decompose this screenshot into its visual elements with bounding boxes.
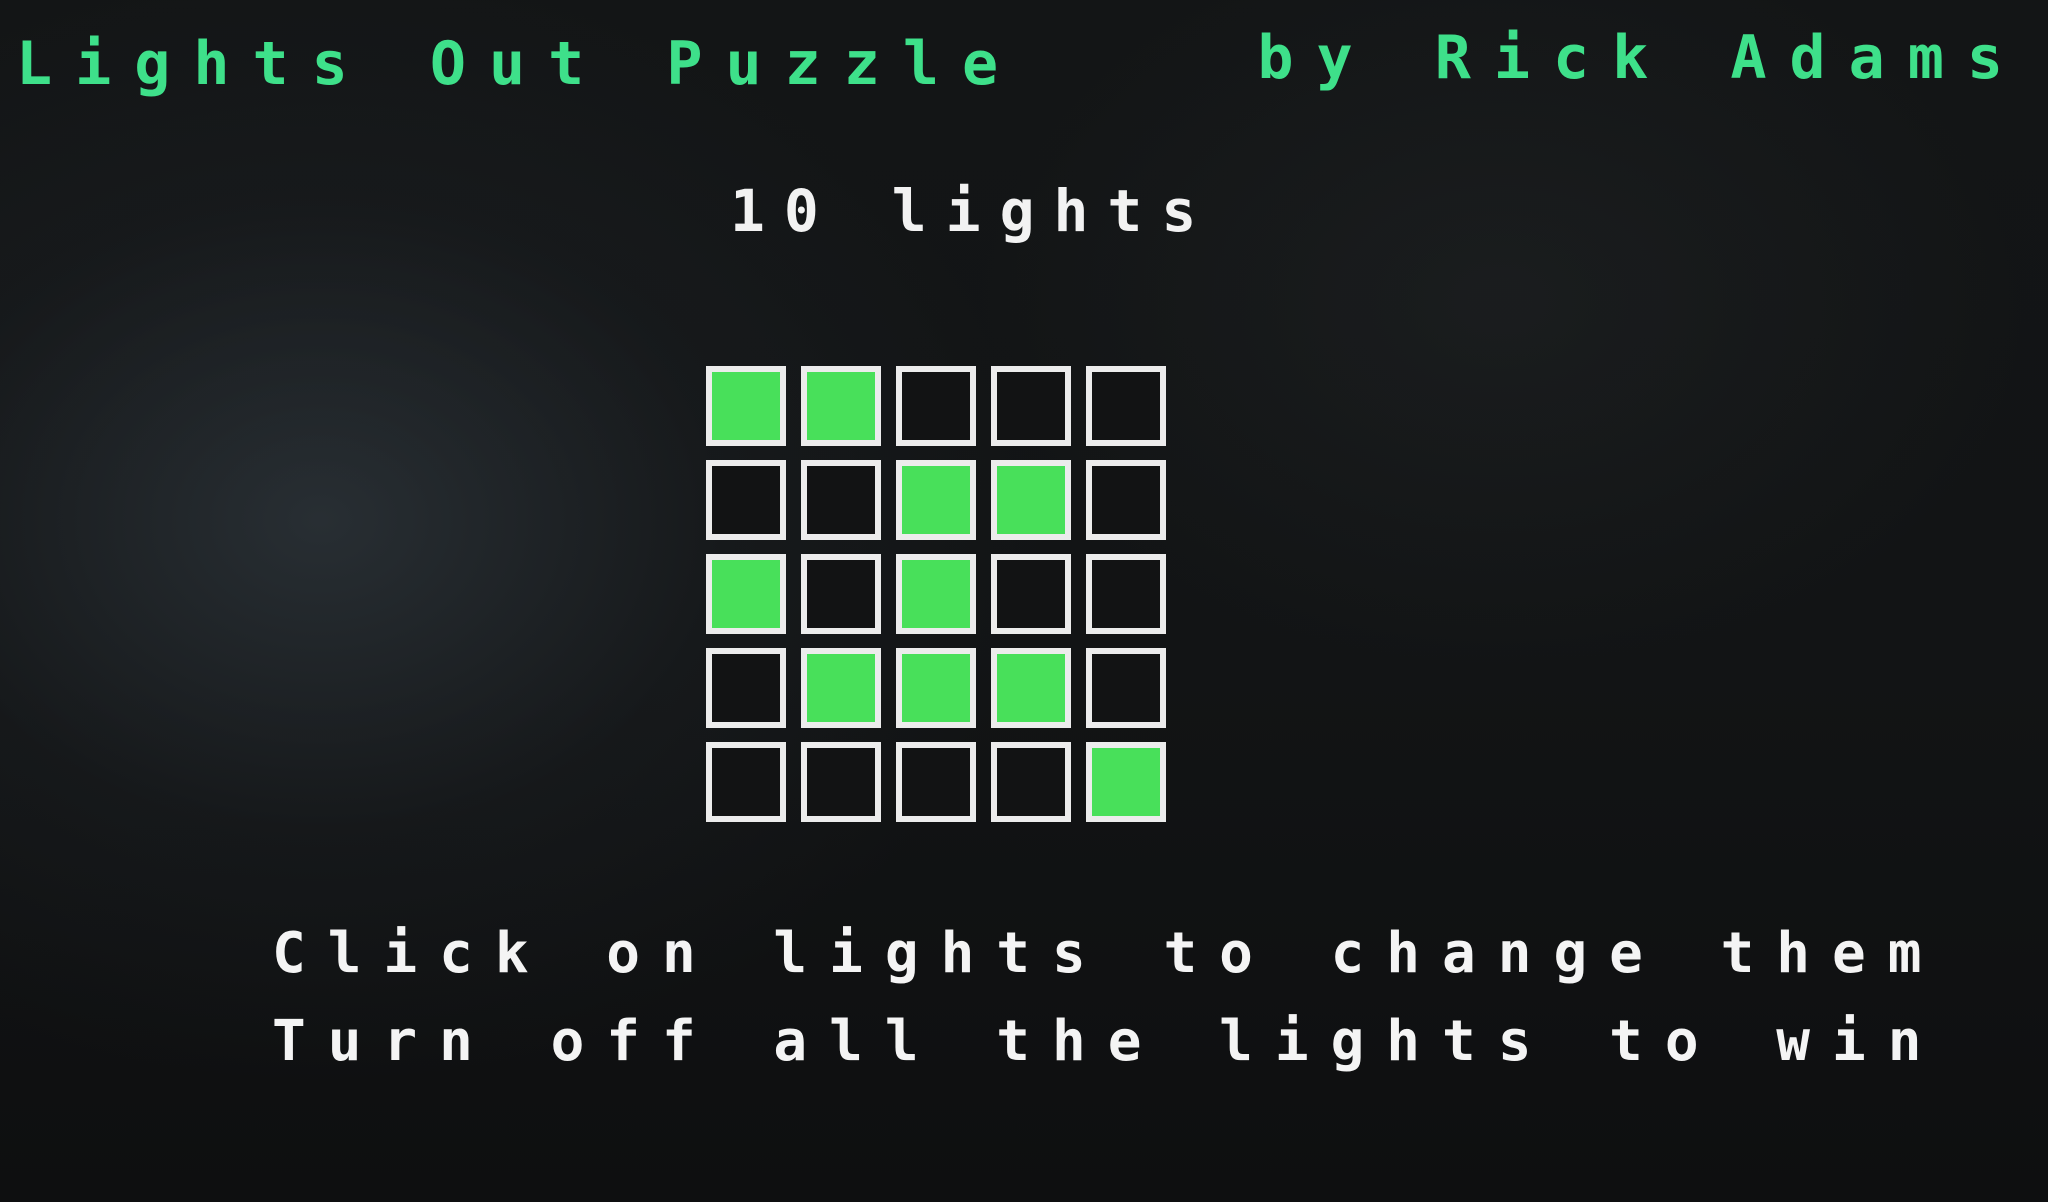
instructions: Click on lights to change them Turn off … [272,910,1943,1086]
light-cell[interactable] [801,554,881,634]
light-cell[interactable] [896,742,976,822]
light-cell[interactable] [801,648,881,728]
light-cell[interactable] [896,366,976,446]
light-cell[interactable] [896,648,976,728]
light-cell[interactable] [706,460,786,540]
light-cell[interactable] [706,554,786,634]
game-screen: Lights Out Puzzle by Rick Adams 10 light… [0,0,2048,1202]
light-cell[interactable] [801,460,881,540]
light-cell[interactable] [991,742,1071,822]
light-cell[interactable] [896,554,976,634]
light-cell[interactable] [1086,554,1166,634]
lights-count: 10 lights [730,177,1216,245]
instruction-line-2: Turn off all the lights to win [272,1009,1944,1074]
light-cell[interactable] [896,460,976,540]
light-cell[interactable] [1086,742,1166,822]
game-title: Lights Out Puzzle [16,29,1022,99]
light-cell[interactable] [991,460,1071,540]
light-cell[interactable] [706,648,786,728]
light-cell[interactable] [706,366,786,446]
author-credit: by Rick Adams [1257,23,2026,93]
light-grid [706,366,1180,830]
light-cell[interactable] [991,366,1071,446]
light-cell[interactable] [1086,366,1166,446]
light-cell[interactable] [1086,648,1166,728]
light-cell[interactable] [991,648,1071,728]
light-cell[interactable] [801,742,881,822]
light-cell[interactable] [801,366,881,446]
light-cell[interactable] [1086,460,1166,540]
light-cell[interactable] [706,742,786,822]
instruction-line-1: Click on lights to change them [272,921,1944,986]
light-cell[interactable] [991,554,1071,634]
